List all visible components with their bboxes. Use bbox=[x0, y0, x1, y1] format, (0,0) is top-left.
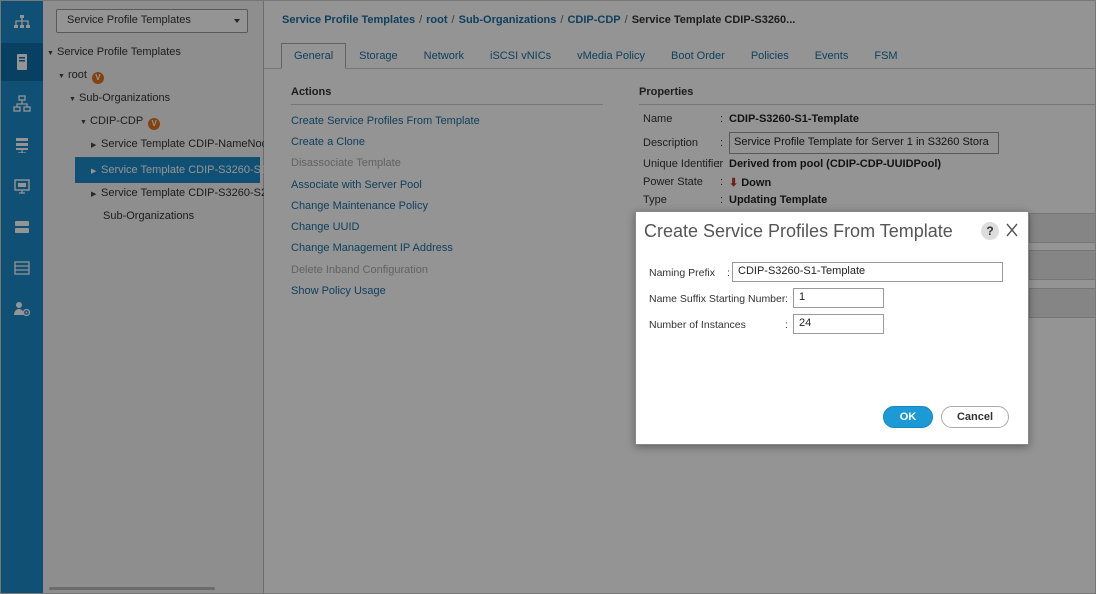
name-suffix-label: Name Suffix Starting Number bbox=[649, 293, 786, 305]
naming-prefix-label: Naming Prefix bbox=[649, 267, 715, 279]
instances-input[interactable]: 24 bbox=[793, 314, 884, 334]
dialog-title: Create Service Profiles From Template bbox=[644, 221, 953, 241]
help-icon[interactable]: ? bbox=[981, 222, 999, 240]
name-suffix-input[interactable]: 1 bbox=[793, 288, 884, 308]
ok-button[interactable]: OK bbox=[883, 406, 933, 428]
naming-prefix-input[interactable]: CDIP-S3260-S1-Template bbox=[732, 262, 1003, 282]
create-service-profiles-dialog: Create Service Profiles From Template ? … bbox=[635, 211, 1029, 445]
close-icon[interactable] bbox=[1005, 222, 1019, 238]
app-window: Service Profile Templates ▼ Service Profi… bbox=[0, 0, 1096, 594]
cancel-button[interactable]: Cancel bbox=[941, 406, 1009, 428]
instances-label: Number of Instances bbox=[649, 319, 746, 331]
